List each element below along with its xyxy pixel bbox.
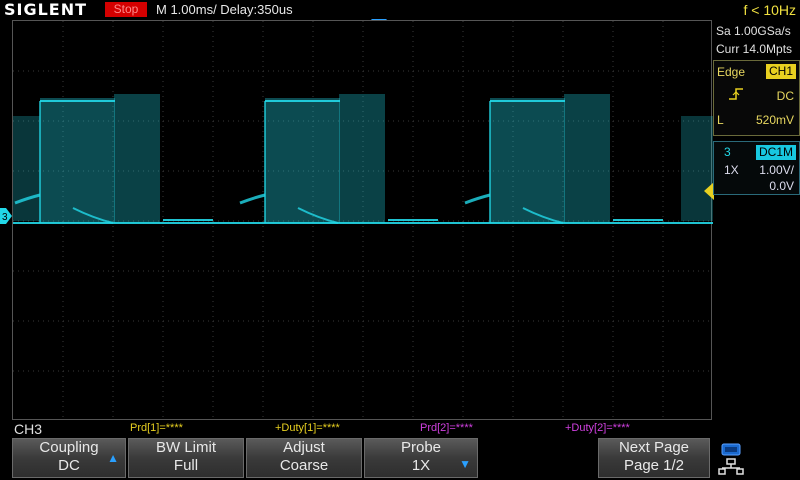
trigger-level-label: L: [717, 113, 724, 127]
measurement-row: CH3 Prd[1]=**** +Duty[1]=**** Prd[2]=***…: [0, 420, 800, 438]
rising-edge-icon: [729, 88, 743, 100]
channel-probe: 1X: [724, 163, 739, 177]
measurement-duty-1[interactable]: +Duty[1]=****: [275, 422, 340, 434]
channel-3-panel[interactable]: 3 DC1M 1X 1.00V/ 0.0V: [713, 141, 800, 195]
softkey-menu: Coupling DC ▲ BW Limit Full Adjust Coars…: [0, 438, 800, 480]
softkey-next-page-value: Page 1/2: [623, 457, 685, 474]
channel-scale: 1.00V/: [759, 163, 794, 177]
measurement-prd-1[interactable]: Prd[1]=****: [130, 422, 183, 434]
trigger-source-badge: CH1: [765, 64, 796, 79]
channel-offset: 0.0V: [769, 179, 794, 193]
frequency-counter: f < 10Hz: [743, 2, 796, 18]
trace-pulse-high: [490, 98, 565, 223]
softkey-bw-limit-title: BW Limit: [156, 439, 216, 456]
measurement-duty-2[interactable]: +Duty[2]=****: [565, 422, 630, 434]
softkey-adjust-value: Coarse: [279, 457, 329, 474]
softkey-probe[interactable]: Probe 1X ▼: [364, 438, 478, 478]
softkey-next-page[interactable]: Next Page Page 1/2: [598, 438, 710, 478]
softkey-coupling[interactable]: Coupling DC ▲: [12, 438, 126, 478]
trace-pulse-high: [114, 94, 160, 223]
softkey-probe-title: Probe: [400, 439, 442, 456]
cycle-up-icon: ▲: [107, 451, 119, 465]
softkey-bw-limit[interactable]: BW Limit Full: [128, 438, 244, 478]
softkey-adjust[interactable]: Adjust Coarse: [246, 438, 362, 478]
trace-pulse-high: [40, 98, 115, 223]
trigger-coupling: DC: [776, 89, 794, 103]
waveform-graticule: [13, 21, 713, 421]
channel-number: 3: [724, 145, 731, 159]
trigger-type: Edge: [717, 65, 746, 79]
memory-depth: Curr 14.0Mpts: [716, 42, 793, 56]
trace-pulse-high: [564, 94, 610, 223]
sample-rate: Sa 1.00GSa/s: [716, 24, 791, 38]
brand-logo: SIGLENT: [4, 0, 88, 19]
measurement-prd-2[interactable]: Prd[2]=****: [420, 422, 473, 434]
svg-text:3: 3: [2, 212, 8, 223]
channel-3-marker-icon[interactable]: 3: [0, 208, 12, 224]
active-channel-label: CH3: [14, 421, 43, 437]
cycle-down-icon: ▼: [459, 457, 471, 471]
run-stop-indicator[interactable]: Stop: [105, 2, 147, 17]
trace-ramp: [464, 193, 491, 205]
trace-pulse-partial: [681, 116, 713, 221]
top-status-bar: SIGLENT Stop M 1.00ms/ Delay:350us f < 1…: [0, 0, 800, 20]
softkey-adjust-title: Adjust: [283, 439, 325, 456]
trace-pulse-partial: [13, 116, 40, 221]
trigger-panel[interactable]: Edge CH1 DC L 520mV: [713, 60, 800, 136]
trace-pulse-high: [265, 98, 340, 223]
usb-network-status-icon: [718, 443, 744, 475]
trace-ramp: [239, 193, 266, 205]
softkey-next-page-title: Next Page: [618, 439, 690, 456]
trace-pulse-high: [339, 94, 385, 223]
waveform-display[interactable]: [12, 20, 713, 421]
softkey-bw-limit-value: Full: [173, 457, 199, 474]
timebase-readout: M 1.00ms/ Delay:350us: [156, 2, 293, 17]
channel-coupling-badge: DC1M: [755, 145, 796, 160]
trigger-level-value: 520mV: [755, 113, 794, 127]
